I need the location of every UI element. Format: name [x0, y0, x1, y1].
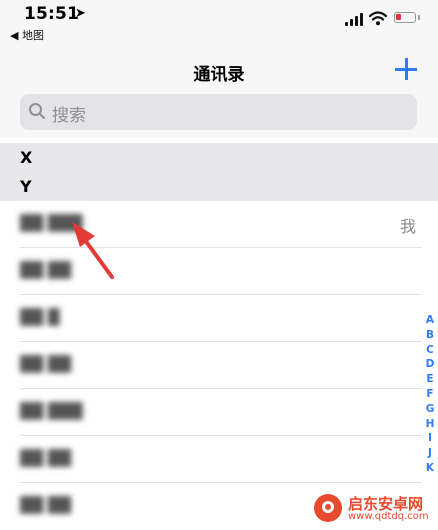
status-bar: 15:51 ➤ ◀ 地图	[0, 0, 438, 46]
contact-row[interactable]: ██ ██	[0, 248, 438, 295]
alphabet-index[interactable]: A B C D E F G H I J K	[420, 313, 438, 476]
watermark-logo-icon	[314, 494, 342, 522]
search-container: 搜索	[0, 94, 438, 138]
back-to-app-link[interactable]: ◀ 地图	[10, 27, 44, 43]
section-header-x: X	[0, 143, 438, 172]
section-header-y: Y	[0, 172, 438, 201]
me-label: 我	[399, 217, 416, 236]
site-watermark: 启东安卓网 www.qdtdq.com	[312, 490, 438, 526]
search-input[interactable]: 搜索	[20, 94, 417, 130]
index-letter-c[interactable]: C	[420, 343, 438, 358]
contact-name: ██ ███	[20, 214, 83, 232]
index-letter-g[interactable]: G	[420, 402, 438, 417]
contact-name: ██ ██	[20, 261, 71, 279]
cellular-signal-icon	[345, 12, 365, 26]
contact-row[interactable]: ██ ██	[0, 436, 438, 483]
battery-tip	[418, 15, 420, 20]
contact-row[interactable]: ██ █	[0, 295, 438, 342]
contact-row[interactable]: ██ ███	[0, 389, 438, 436]
contact-row[interactable]: ██ ██	[0, 342, 438, 389]
contact-name: ██ █	[20, 308, 60, 326]
watermark-url: www.qdtdq.com	[348, 511, 429, 522]
contact-name: ██ ███	[20, 402, 83, 420]
index-letter-h[interactable]: H	[420, 417, 438, 432]
index-letter-k[interactable]: K	[420, 461, 438, 476]
contact-name: ██ ██	[20, 355, 71, 373]
index-letter-d[interactable]: D	[420, 357, 438, 372]
index-letter-a[interactable]: A	[420, 313, 438, 328]
index-letter-j[interactable]: J	[420, 446, 438, 461]
page-title: 通讯录	[193, 65, 245, 85]
add-contact-button[interactable]	[393, 56, 419, 82]
location-arrow-icon: ➤	[75, 6, 86, 21]
search-placeholder: 搜索	[52, 106, 86, 126]
wifi-icon	[369, 11, 387, 26]
nav-bar: 通讯录	[0, 46, 438, 94]
search-icon	[29, 103, 45, 119]
contact-name: ██ ██	[20, 449, 71, 467]
index-letter-f[interactable]: F	[420, 387, 438, 402]
index-letter-e[interactable]: E	[420, 372, 438, 387]
status-time: 15:51	[24, 4, 80, 24]
contact-row-me[interactable]: ██ ███ 我	[0, 201, 438, 248]
index-letter-i[interactable]: I	[420, 431, 438, 446]
index-letter-b[interactable]: B	[420, 328, 438, 343]
battery-level	[396, 14, 401, 20]
battery-icon	[394, 12, 416, 23]
contact-name: ██ ██	[20, 496, 71, 514]
